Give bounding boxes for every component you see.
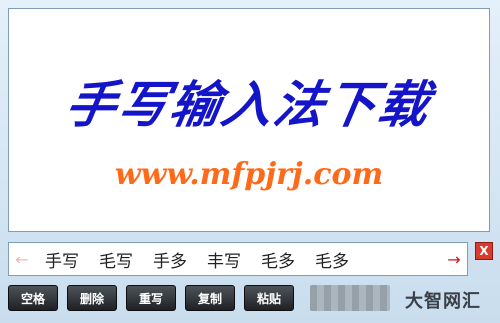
close-button[interactable]: X	[475, 242, 493, 260]
candidate-list: 手写 毛写 手多 丰写 毛多 毛多	[35, 247, 441, 272]
candidate-item[interactable]: 丰写	[207, 247, 241, 272]
candidate-item[interactable]: 毛多	[315, 247, 349, 272]
candidate-item[interactable]: 手写	[45, 247, 79, 272]
handwriting-input-window: 手写输入法下载 www.mfpjrj.com ← 手写 毛写 手多 丰写 毛多 …	[0, 0, 500, 323]
website-url: www.mfpjrj.com	[114, 157, 384, 192]
headline-text: 手写输入法下载	[61, 75, 436, 134]
candidate-item[interactable]: 手多	[153, 247, 187, 272]
action-button-row: 空格 删除 重写 复制 粘贴	[8, 285, 303, 311]
blurred-region	[310, 285, 390, 311]
arrow-right-icon[interactable]: →	[441, 250, 467, 269]
writing-canvas[interactable]: 手写输入法下载 www.mfpjrj.com	[8, 8, 490, 232]
paste-button[interactable]: 粘贴	[244, 285, 294, 311]
space-button[interactable]: 空格	[8, 285, 58, 311]
rewrite-button[interactable]: 重写	[126, 285, 176, 311]
delete-button[interactable]: 删除	[67, 285, 117, 311]
copy-button[interactable]: 复制	[185, 285, 235, 311]
candidate-bar: ← 手写 毛写 手多 丰写 毛多 毛多 →	[8, 242, 468, 276]
watermark-text: 大智网汇	[405, 291, 481, 312]
candidate-item[interactable]: 毛写	[99, 247, 133, 272]
arrow-left-icon[interactable]: ←	[9, 250, 35, 269]
candidate-item[interactable]: 毛多	[261, 247, 295, 272]
